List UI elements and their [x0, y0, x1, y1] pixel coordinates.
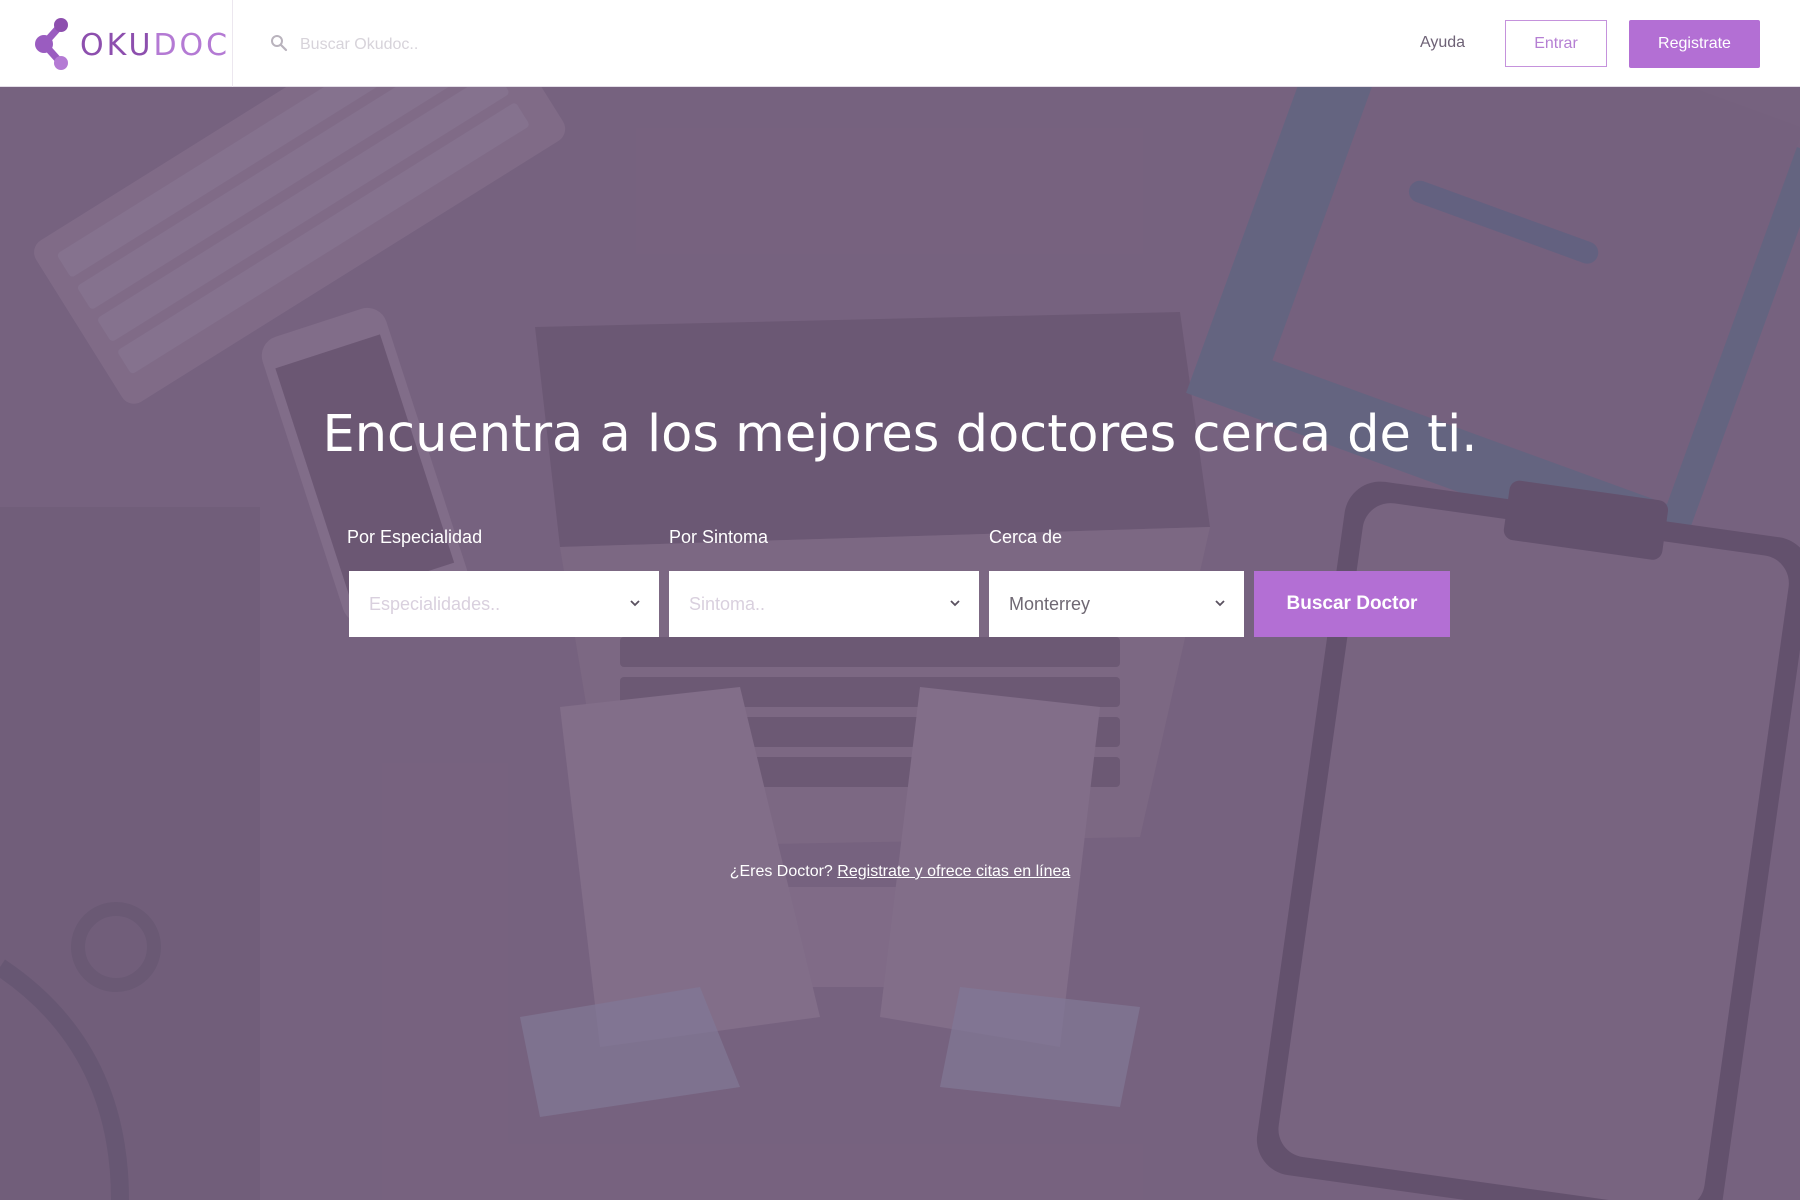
specialty-placeholder: Especialidades..	[369, 593, 501, 614]
search-doctor-button[interactable]: Buscar Doctor	[1254, 571, 1450, 637]
chevron-down-icon	[950, 600, 960, 607]
search-icon	[271, 35, 288, 52]
okudoc-logo[interactable]: OKUDOC	[34, 18, 227, 70]
header-search	[270, 28, 870, 62]
login-button[interactable]: Entrar	[1505, 20, 1607, 67]
header-divider	[232, 0, 233, 87]
doctor-cta: ¿Eres Doctor? Registrate y ofrece citas …	[0, 863, 1800, 881]
top-header: OKUDOC Ayuda Entrar Registrate	[0, 0, 1800, 87]
symptom-select[interactable]: Sintoma..	[669, 571, 979, 637]
chevron-down-icon	[1215, 600, 1225, 607]
search-input[interactable]	[298, 28, 802, 62]
hero-title: Encuentra a los mejores doctores cerca d…	[322, 405, 1478, 464]
symptom-label: Por Sintoma	[669, 527, 769, 547]
specialty-select[interactable]: Especialidades..	[349, 571, 659, 637]
help-link[interactable]: Ayuda	[1420, 34, 1465, 52]
logo-wordmark: OKUDOC	[80, 28, 230, 63]
symptom-placeholder: Sintoma..	[689, 593, 766, 614]
location-value: Monterrey	[1009, 593, 1091, 614]
doctor-register-link[interactable]: Registrate y ofrece citas en línea	[837, 863, 1070, 880]
logo-text-light: DOC	[153, 28, 231, 63]
register-button[interactable]: Registrate	[1629, 20, 1760, 68]
location-label: Cerca de	[989, 527, 1063, 547]
location-select[interactable]: Monterrey	[989, 571, 1244, 637]
logo-text-dark: OKU	[80, 28, 154, 63]
doctor-prompt: ¿Eres Doctor?	[729, 863, 833, 880]
specialty-label: Por Especialidad	[347, 527, 483, 547]
chevron-down-icon	[630, 600, 640, 607]
hero-section: Encuentra a los mejores doctores cerca d…	[0, 87, 1800, 1200]
okudoc-logo-icon	[35, 18, 68, 70]
hero-overlay	[0, 87, 1800, 1200]
